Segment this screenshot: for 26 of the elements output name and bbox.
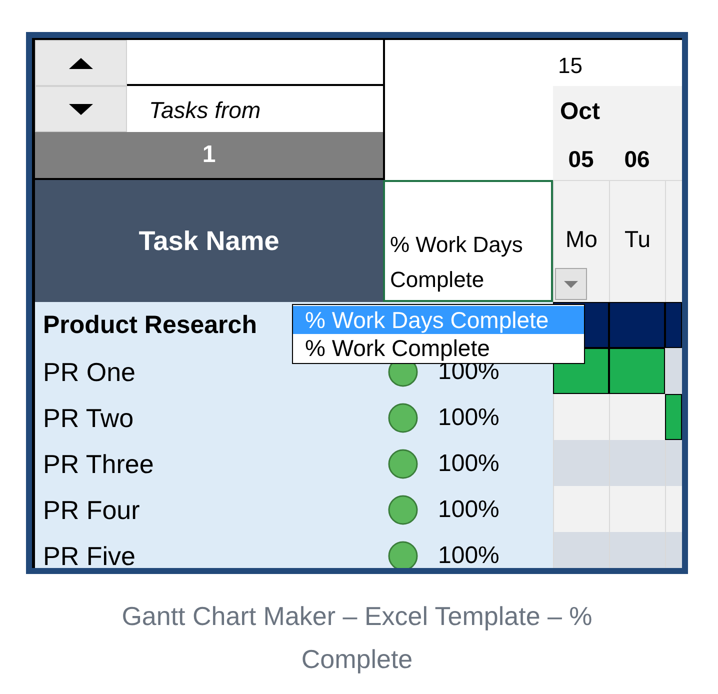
scroll-up-button[interactable] (35, 40, 127, 86)
weekday-header: Tu (609, 180, 665, 302)
up-triangle-icon (69, 58, 93, 68)
task-name: PR Four (43, 494, 140, 526)
column-header: % Work Days Complete (383, 180, 553, 302)
task-name: PR One (43, 356, 136, 388)
progress-percent: 100% (438, 403, 500, 433)
progress-percent: 100% (438, 449, 500, 479)
task-name: PR Two (43, 402, 134, 434)
progress-percent: 100% (438, 495, 500, 525)
scroll-down-button[interactable] (35, 86, 127, 132)
down-triangle-icon (69, 104, 93, 114)
column-header: Task Name (35, 180, 383, 302)
month-label: Oct (560, 96, 600, 126)
caret-icon (564, 280, 578, 288)
progress-percent: 100% (438, 541, 500, 568)
task-name: PR Five (43, 540, 136, 568)
date-label: 05 (568, 144, 594, 174)
tasks-from-label: Tasks from (149, 96, 261, 125)
image-caption: Gantt Chart Maker – Excel Template – % Complete (120, 600, 594, 676)
date-label: 06 (624, 144, 650, 174)
timeline-number: 15 (558, 52, 582, 80)
start-task-number: 1 (35, 132, 383, 180)
task-name: PR Three (43, 448, 154, 480)
dropdown-button[interactable] (555, 268, 587, 300)
summary-task-name: Product Research (43, 310, 257, 342)
